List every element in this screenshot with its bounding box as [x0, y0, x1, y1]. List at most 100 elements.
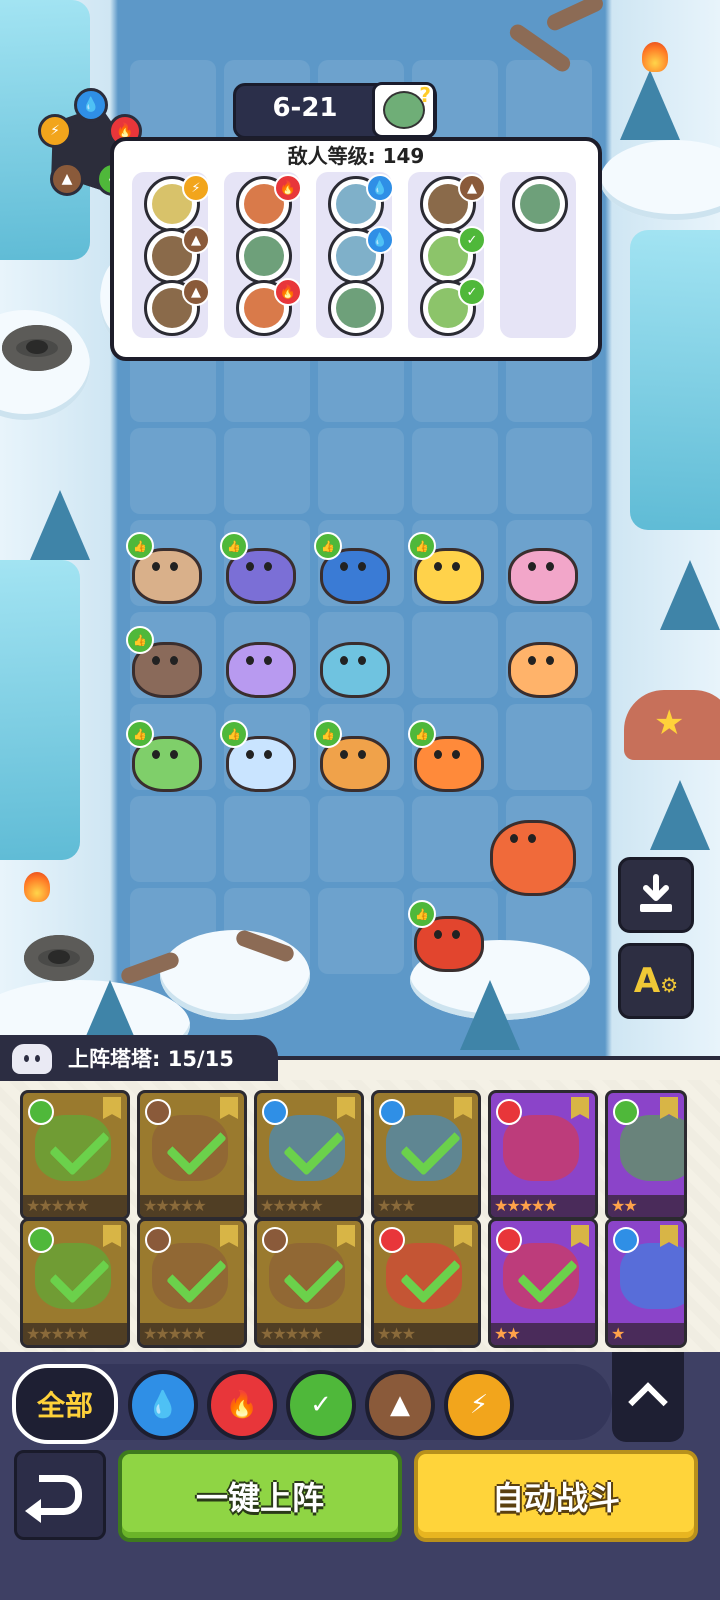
star-rating: ★★★★★ [257, 1323, 361, 1345]
eye [452, 930, 460, 939]
teal-zombie-critter-portrait [520, 184, 560, 224]
lightning-icon: ⚡ [469, 1390, 489, 1420]
eye [152, 656, 160, 665]
earth-element-icon [145, 1099, 171, 1125]
thumbs-up-icon: 👍 [408, 532, 436, 560]
snow-pile [160, 930, 310, 1020]
eye [246, 656, 254, 665]
pink-mantis-unit[interactable] [502, 540, 578, 604]
pet-portrait [620, 1115, 684, 1181]
star-rating: ★★★★★ [140, 1195, 244, 1217]
tower-card[interactable]: ★★ [605, 1090, 687, 1220]
earth-icon: ▲ [390, 1390, 410, 1420]
tower-card[interactable]: ★ [605, 1218, 687, 1348]
tower-card[interactable]: ★★★★★ [488, 1090, 598, 1220]
blue-crab-unit[interactable]: 👍 [220, 532, 296, 604]
grid-tile [130, 60, 216, 146]
rank-ribbon-icon [220, 1225, 238, 1247]
tower-card[interactable]: ★★ [488, 1218, 598, 1348]
tower-card[interactable]: ★★★★★ [20, 1218, 130, 1348]
filter-grass-button[interactable]: ✓ [286, 1370, 356, 1440]
star-rating: ★ [608, 1323, 684, 1345]
horned-fox-unit[interactable]: 👍 [314, 720, 390, 792]
teal-zombie-critter-portrait [336, 288, 376, 328]
purple-star-cat-unit[interactable] [220, 634, 296, 698]
deploy-all-button[interactable]: 一键上阵 [118, 1450, 402, 1542]
shell-crab-unit[interactable] [314, 634, 390, 698]
grass-element-icon [28, 1099, 54, 1125]
grid-tile [130, 428, 216, 514]
grass-icon: ✓ [310, 1390, 332, 1420]
eye [340, 750, 348, 759]
enemy-level-label: 敌人等级: 149 [287, 144, 425, 168]
campfire [10, 872, 64, 920]
blue-lizard-unit[interactable]: 👍 [220, 720, 296, 792]
leaf-cat-unit[interactable]: 👍 [126, 720, 202, 792]
chevron-up-icon [628, 1382, 668, 1422]
auto-battle-button[interactable]: 自动战斗 [414, 1450, 698, 1542]
tower-card[interactable]: ★★★ [371, 1090, 481, 1220]
thumbs-up-icon: 👍 [126, 532, 154, 560]
tower-card[interactable]: ★★★★★ [20, 1090, 130, 1220]
filter-all-button[interactable]: 全部 [12, 1364, 118, 1444]
green-zombie-critter-enemy[interactable] [236, 228, 292, 284]
water-element-icon [613, 1227, 639, 1253]
eye [358, 656, 366, 665]
ice-cliff [0, 560, 80, 860]
back-button[interactable] [14, 1450, 106, 1540]
star-rating: ★★ [608, 1195, 684, 1217]
tower-card[interactable]: ★★★★★ [137, 1218, 247, 1348]
ice-cliff [630, 230, 720, 530]
shell-crab-body [320, 642, 390, 698]
eye [152, 750, 160, 759]
star-rating: ★★★ [374, 1195, 478, 1217]
boss-hint-button[interactable]: ? [372, 82, 436, 138]
eye [358, 562, 366, 571]
filter-water-button[interactable]: 💧 [128, 1370, 198, 1440]
grid-tile [506, 704, 592, 790]
expand-roster-button[interactable] [612, 1352, 684, 1442]
cat-icon [12, 1044, 52, 1074]
grid-tile [224, 428, 310, 514]
eye [246, 562, 254, 571]
tiger-cub-unit[interactable]: 👍 [408, 720, 484, 792]
penguin-duck-unit[interactable]: 👍 [408, 532, 484, 604]
filter-earth-button[interactable]: ▲ [365, 1370, 435, 1440]
filter-lightning-button[interactable]: ⚡ [444, 1370, 514, 1440]
grid-tile [318, 428, 404, 514]
save-formation-button[interactable] [618, 857, 694, 933]
teal-zombie-critter-enemy[interactable] [328, 280, 384, 336]
fire-element-icon: 🔥 [274, 174, 302, 202]
pink-mantis-body [508, 548, 578, 604]
tower-card[interactable]: ★★★★★ [137, 1090, 247, 1220]
eye [358, 750, 366, 759]
thumbs-up-icon: 👍 [314, 720, 342, 748]
star-rating: ★★★★★ [257, 1195, 361, 1217]
red-panda-unit[interactable] [484, 812, 576, 896]
star-rating: ★★★★★ [23, 1195, 127, 1217]
eye [510, 834, 518, 843]
filter-fire-button[interactable]: 🔥 [207, 1370, 277, 1440]
auto-settings-button[interactable]: A⚙ [618, 943, 694, 1019]
brown-hamster-unit[interactable]: 👍 [126, 532, 202, 604]
teal-zombie-critter-enemy[interactable] [512, 176, 568, 232]
fire-element-icon [496, 1227, 522, 1253]
rank-ribbon-icon [571, 1097, 589, 1119]
green-zombie-critter-portrait [244, 236, 284, 276]
toucan-unit[interactable]: 👍 [314, 532, 390, 604]
orange-chick-unit[interactable] [502, 634, 578, 698]
star-rating: ★★★★★ [23, 1323, 127, 1345]
rank-ribbon-icon [103, 1225, 121, 1247]
tower-card[interactable]: ★★★★★ [254, 1218, 364, 1348]
eye [152, 562, 160, 571]
eye [452, 562, 460, 571]
ferret-unit[interactable]: 👍 [126, 626, 202, 698]
tower-card[interactable]: ★★★★★ [254, 1090, 364, 1220]
download-icon [640, 874, 672, 912]
grid-tile [224, 796, 310, 882]
eye [434, 750, 442, 759]
purple-star-cat-body [226, 642, 296, 698]
red-panda-body [490, 820, 576, 896]
tower-card[interactable]: ★★★ [371, 1218, 481, 1348]
fire-salamander-unit[interactable]: 👍 [408, 900, 484, 972]
